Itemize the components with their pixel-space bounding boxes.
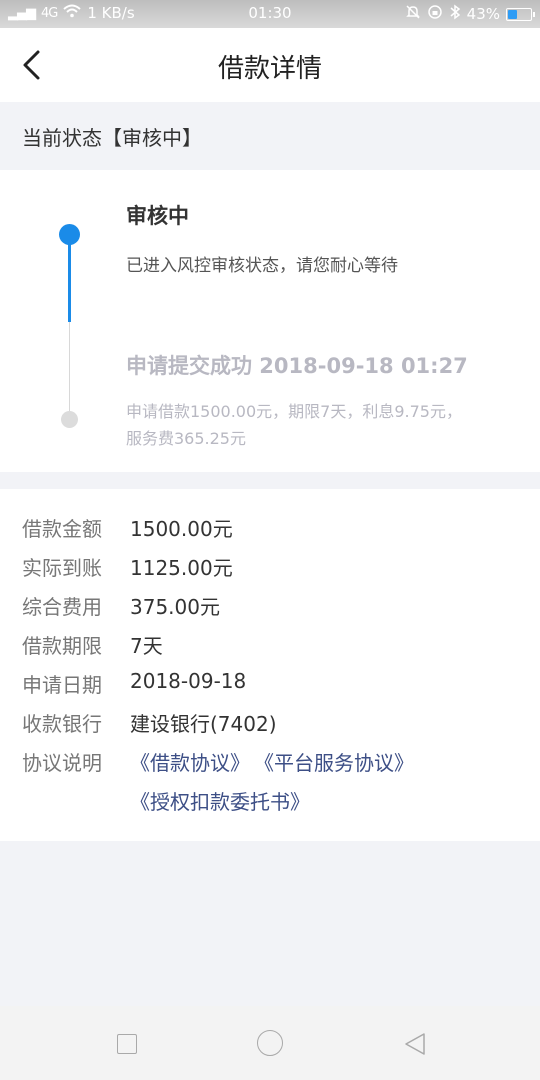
detail-label: 申请日期 (22, 673, 102, 697)
lock-rotation-icon (427, 4, 443, 24)
detail-value: 2018-09-18 (130, 669, 247, 693)
progress-timeline: 审核中 已进入风控审核状态，请您耐心等待 申请提交成功 2018-09-18 0… (0, 170, 540, 472)
current-state-bar: 当前状态【审核中】 (0, 102, 540, 170)
detail-label: 借款金额 (22, 517, 102, 541)
battery-icon (506, 7, 535, 21)
detail-label: 实际到账 (22, 556, 102, 580)
timeline-dot-inactive (61, 411, 78, 428)
detail-label: 综合费用 (22, 595, 102, 619)
detail-label: 收款银行 (22, 712, 102, 736)
service-agreement-link[interactable]: 《平台服务协议》 (254, 747, 414, 776)
bluetooth-icon (449, 4, 461, 24)
battery-percent: 43% (466, 5, 500, 23)
loan-agreement-link[interactable]: 《借款协议》 (130, 747, 250, 776)
detail-value: 7天 (130, 634, 163, 658)
step-title-previous: 申请提交成功 2018-09-18 01:27 (126, 354, 468, 378)
detail-label: 借款期限 (22, 634, 102, 658)
detail-value: 1500.00元 (130, 517, 233, 541)
recent-apps-icon[interactable] (117, 1034, 137, 1054)
timeline-line-rest (69, 322, 70, 418)
home-icon[interactable] (257, 1030, 283, 1056)
detail-value: 1125.00元 (130, 556, 233, 580)
loan-details: 借款金额 1500.00元 实际到账 1125.00元 综合费用 375.00元… (0, 489, 540, 841)
step-title-current: 审核中 (126, 204, 189, 228)
system-navigation-bar (0, 1006, 540, 1080)
agreements-label: 协议说明 (22, 751, 102, 775)
header-bar: 借款详情 (0, 28, 540, 102)
timeline-line-active (68, 236, 71, 322)
page-title: 借款详情 (217, 54, 322, 84)
step-desc-previous: 申请借款1500.00元，期限7天，利息9.75元，服务费365.25元 (126, 402, 462, 448)
detail-value: 375.00元 (130, 595, 220, 619)
mute-icon (405, 4, 421, 24)
current-state-text: 当前状态【审核中】 (22, 126, 202, 150)
status-right: 43% (405, 4, 535, 24)
status-bar: ▂▄▆ 4G 1 KB/s 01:30 43% (0, 0, 540, 28)
timeline-dot-active (59, 224, 80, 245)
step-desc-current: 已进入风控审核状态，请您耐心等待 (126, 256, 398, 276)
debit-authorization-link[interactable]: 《授权扣款委托书》 (130, 786, 310, 815)
detail-value: 建设银行(7402) (130, 712, 277, 736)
battery-level (508, 9, 518, 19)
back-triangle-icon[interactable] (402, 1031, 428, 1057)
